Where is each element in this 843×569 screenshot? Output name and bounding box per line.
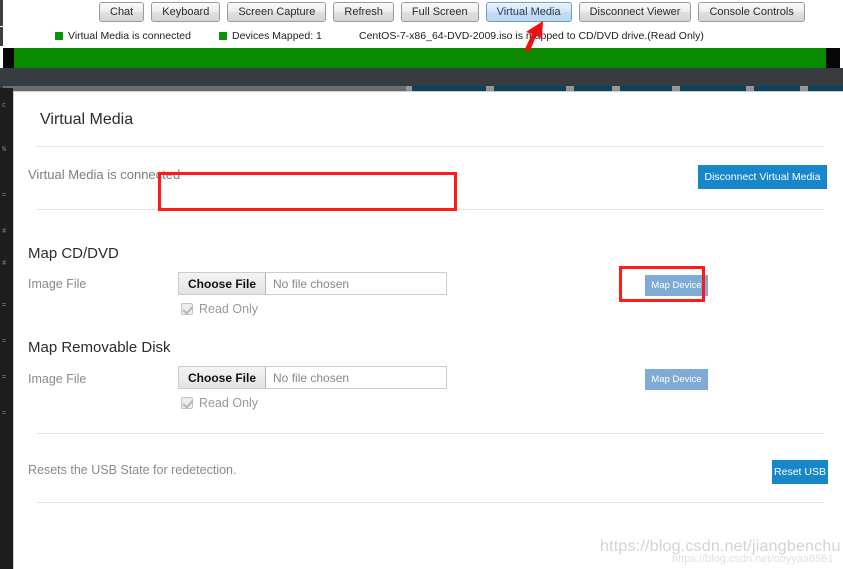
toolbar-button-full-screen[interactable]: Full Screen (400, 2, 479, 22)
dialog-divider (36, 146, 824, 147)
dialog-divider (36, 433, 824, 434)
toolbar-button-refresh[interactable]: Refresh (333, 2, 394, 22)
toolbar-button-console-controls[interactable]: Console Controls (698, 2, 805, 22)
console-dark-band (0, 68, 843, 88)
console-status-bar: Virtual Media is connected Devices Mappe… (0, 27, 843, 46)
console-left-strip: c % = # # = = = = (0, 88, 13, 569)
console-toolbar-buttons: Chat Keyboard Screen Capture Refresh Ful… (99, 2, 805, 22)
map-device-button-removable[interactable]: Map Device (645, 369, 708, 390)
read-only-checkbox-row-removable[interactable]: Read Only (181, 396, 258, 410)
dialog-divider (36, 502, 824, 503)
status-item-virtual-media: Virtual Media is connected (55, 30, 191, 42)
file-name-text-removable: No file chosen (273, 370, 350, 385)
image-file-label-removable: Image File (28, 372, 87, 386)
section-heading-map-cd-dvd: Map CD/DVD (28, 245, 119, 262)
image-file-label-cd-dvd: Image File (28, 277, 87, 291)
file-input-cd-dvd[interactable]: Choose File No file chosen (178, 272, 447, 295)
status-text-mapping: CentOS-7-x86_64-DVD-2009.iso is mapped t… (359, 30, 704, 42)
file-input-removable[interactable]: Choose File No file chosen (178, 366, 447, 389)
reset-usb-button[interactable]: Reset USB (772, 460, 828, 484)
reset-usb-description: Resets the USB State for redetection. (28, 463, 237, 477)
choose-file-button-removable[interactable]: Choose File (179, 367, 267, 388)
console-toolbar: Chat Keyboard Screen Capture Refresh Ful… (0, 0, 843, 26)
toolbar-button-virtual-media[interactable]: Virtual Media (485, 2, 572, 22)
green-square-icon (55, 32, 63, 40)
console-frame-left (3, 48, 14, 68)
choose-file-button-cd-dvd[interactable]: Choose File (179, 273, 267, 294)
read-only-checkbox-row-cd-dvd[interactable]: Read Only (181, 302, 258, 316)
toolbar-button-chat[interactable]: Chat (99, 2, 145, 22)
read-only-label-cd-dvd: Read Only (199, 302, 259, 316)
status-text-devices-mapped: Devices Mapped: 1 (232, 30, 322, 42)
map-device-button-cd-dvd[interactable]: Map Device (645, 275, 708, 296)
connection-status-text: Virtual Media is connected (28, 167, 181, 182)
read-only-label-removable: Read Only (199, 396, 259, 410)
console-frame-right (826, 48, 840, 68)
status-text-virtual-media: Virtual Media is connected (68, 30, 191, 42)
dialog-title: Virtual Media (40, 111, 134, 128)
green-square-icon (219, 32, 227, 40)
toolbar-button-disconnect-viewer[interactable]: Disconnect Viewer (578, 2, 692, 22)
toolbar-button-keyboard[interactable]: Keyboard (151, 2, 221, 22)
virtual-media-dialog: Virtual Media Virtual Media is connected… (13, 91, 843, 569)
checkmark-icon[interactable] (181, 397, 193, 409)
status-item-devices-mapped: Devices Mapped: 1 (219, 30, 322, 42)
toolbar-button-screen-capture[interactable]: Screen Capture (227, 2, 327, 22)
section-heading-map-removable-disk: Map Removable Disk (28, 339, 171, 356)
console-green-bar (14, 48, 826, 68)
dialog-divider (36, 209, 824, 210)
file-name-text-cd-dvd: No file chosen (273, 276, 350, 291)
disconnect-virtual-media-button[interactable]: Disconnect Virtual Media (698, 165, 827, 189)
screen-root: Chat Keyboard Screen Capture Refresh Ful… (0, 0, 843, 569)
checkmark-icon[interactable] (181, 303, 193, 315)
